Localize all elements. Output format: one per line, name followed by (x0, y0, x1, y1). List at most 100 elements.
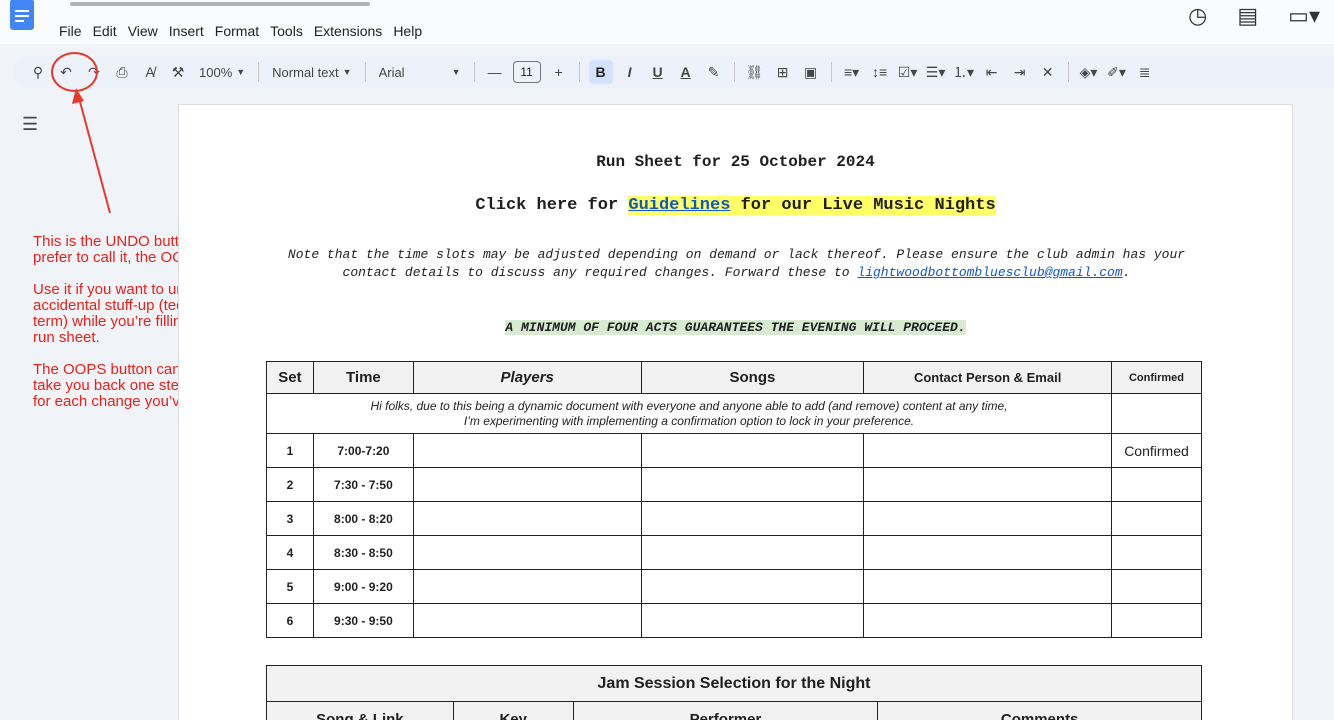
guidelines-prefix: Click here for (475, 196, 629, 215)
songs-cell[interactable] (640, 467, 865, 502)
border-width-icon[interactable]: ≣ (1134, 60, 1156, 84)
header-key: Key (452, 701, 574, 720)
confirmed-cell[interactable] (1110, 467, 1203, 502)
increase-font-size-icon[interactable]: + (548, 60, 570, 84)
players-cell[interactable] (412, 433, 642, 468)
align-icon[interactable]: ≡▾ (841, 60, 863, 84)
table-row: 4 8:30 - 8:50 (266, 535, 1203, 570)
line-spacing-icon[interactable]: ↕≡ (869, 60, 891, 84)
toolbar-divider (578, 62, 580, 82)
info-line-1: Hi folks, due to this being a dynamic do… (370, 398, 1008, 413)
set-cell[interactable]: 1 (266, 433, 314, 468)
checklist-icon[interactable]: ☑▾ (897, 60, 919, 84)
meet-icon[interactable]: ▭▾ (1288, 4, 1320, 28)
info-row: Hi folks, due to this being a dynamic do… (266, 393, 1203, 434)
players-cell[interactable] (412, 501, 642, 536)
numbered-list-icon[interactable]: ⒈▾ (953, 60, 975, 84)
time-cell[interactable]: 8:30 - 8:50 (312, 535, 414, 570)
confirmed-cell[interactable] (1110, 569, 1203, 604)
toolbar-divider (830, 62, 832, 82)
border-color-icon[interactable]: ✐▾ (1106, 60, 1128, 84)
table-row: 5 9:00 - 9:20 (266, 569, 1203, 604)
confirmed-cell[interactable] (1110, 501, 1203, 536)
font-select[interactable]: Arial ▼ (375, 60, 465, 84)
info-line-2: I’m experimenting with implementing a co… (463, 413, 915, 428)
guidelines-suffix: for our Live Music Nights (730, 196, 996, 215)
jam-table-title: Jam Session Selection for the Night (266, 665, 1202, 702)
document-page[interactable]: Run Sheet for 25 October 2024 Click here… (178, 104, 1293, 720)
highlight-icon[interactable]: ✎ (703, 60, 725, 84)
set-cell[interactable]: 5 (266, 569, 314, 604)
bold-button[interactable]: B (588, 60, 613, 84)
confirmed-cell[interactable] (1110, 603, 1203, 638)
songs-cell[interactable] (640, 569, 865, 604)
club-email-link[interactable]: lightwoodbottombluesclub@gmail.com (857, 265, 1122, 280)
italic-button[interactable]: I (619, 60, 641, 84)
songs-cell[interactable] (640, 535, 865, 570)
table-row: 6 9:30 - 9:50 (266, 603, 1203, 638)
paragraph-style-value: Normal text (272, 64, 339, 80)
fill-color-icon[interactable]: ◈▾ (1078, 60, 1100, 84)
menu-help[interactable]: Help (393, 22, 428, 40)
players-cell[interactable] (412, 467, 642, 502)
table-row: 1 7:00-7:20 Confirmed (266, 433, 1203, 468)
document-outline-icon[interactable]: ☰ (22, 114, 38, 135)
guidelines-link[interactable]: Guidelines (628, 196, 730, 215)
header-players: Players (412, 361, 642, 394)
toolbar-divider (364, 62, 366, 82)
font-value: Arial (378, 64, 405, 80)
info-cell[interactable]: Hi folks, due to this being a dynamic do… (266, 393, 1112, 434)
menu-extensions[interactable]: Extensions (314, 22, 388, 40)
time-cell[interactable]: 7:30 - 7:50 (312, 467, 414, 502)
toolbar-divider (1067, 62, 1069, 82)
time-cell[interactable]: 9:30 - 9:50 (312, 603, 414, 638)
insert-link-icon[interactable]: ⛓ (744, 60, 766, 84)
menu-tools[interactable]: Tools (270, 22, 309, 40)
time-cell[interactable]: 8:00 - 8:20 (312, 501, 414, 536)
font-size-input[interactable]: 11 (512, 61, 541, 83)
contact-cell[interactable] (863, 569, 1112, 604)
songs-cell[interactable] (640, 603, 865, 638)
contact-cell[interactable] (863, 535, 1112, 570)
time-cell[interactable]: 9:00 - 9:20 (312, 569, 414, 604)
contact-cell[interactable] (863, 603, 1112, 638)
doc-title: Run Sheet for 25 October 2024 (596, 153, 875, 171)
header-performer: Performer (572, 701, 879, 720)
songs-cell[interactable] (640, 433, 865, 468)
set-cell[interactable]: 4 (266, 535, 314, 570)
toolbar-divider (733, 62, 735, 82)
header-confirmed: Confirmed (1110, 361, 1203, 394)
underline-button[interactable]: U (647, 60, 669, 84)
players-cell[interactable] (412, 535, 642, 570)
players-cell[interactable] (412, 603, 642, 638)
confirmed-cell[interactable]: Confirmed (1110, 433, 1203, 468)
contact-cell[interactable] (863, 467, 1112, 502)
increase-indent-icon[interactable]: ⇥ (1009, 60, 1031, 84)
comments-icon[interactable]: ▤ (1237, 4, 1258, 28)
time-cell[interactable]: 7:00-7:20 (312, 433, 414, 468)
set-cell[interactable]: 3 (266, 501, 314, 536)
text-color-button[interactable]: A (675, 60, 697, 84)
history-icon[interactable]: ◷ (1188, 4, 1207, 28)
paragraph-style-select[interactable]: Normal text ▼ (268, 60, 355, 84)
decrease-font-size-icon[interactable]: — (484, 60, 506, 84)
songs-cell[interactable] (640, 501, 865, 536)
players-cell[interactable] (412, 569, 642, 604)
set-cell[interactable]: 6 (266, 603, 314, 638)
confirmed-cell[interactable] (1110, 535, 1203, 570)
header-song-link: Song & Link (266, 701, 454, 720)
contact-cell[interactable] (863, 501, 1112, 536)
header-comments: Comments (877, 701, 1202, 720)
minimum-acts-notice: A MINIMUM OF FOUR ACTS GUARANTEES THE EV… (179, 320, 1292, 335)
clear-formatting-icon[interactable]: ✕ (1037, 60, 1059, 84)
header-set: Set (266, 361, 314, 394)
run-sheet-table: Set Time Players Songs Contact Person & … (266, 361, 1203, 638)
decrease-indent-icon[interactable]: ⇤ (981, 60, 1003, 84)
set-cell[interactable]: 2 (266, 467, 314, 502)
info-confirmed-cell[interactable] (1110, 393, 1203, 434)
add-comment-icon[interactable]: ⊞ (772, 60, 794, 84)
insert-image-icon[interactable]: ▣ (800, 60, 822, 84)
bulleted-list-icon[interactable]: ☰▾ (925, 60, 947, 84)
table-row: 2 7:30 - 7:50 (266, 467, 1203, 502)
contact-cell[interactable] (863, 433, 1112, 468)
